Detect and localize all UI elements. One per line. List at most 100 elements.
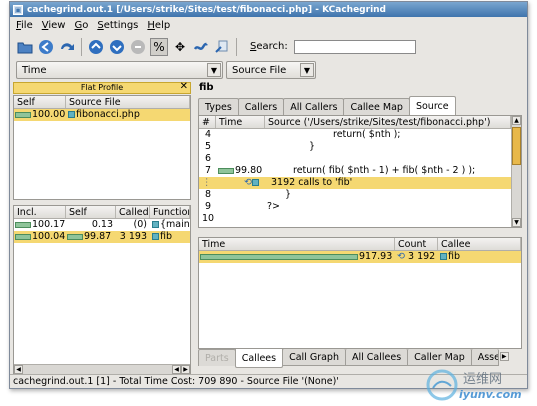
grouping-combo[interactable]: Source File ▼ [226,61,316,79]
tab-all-callees[interactable]: All Callees [345,349,409,366]
column-count[interactable]: Count [395,238,438,250]
scroll-up-icon[interactable]: ▲ [512,116,521,125]
flat-profile-dock: Flat Profile ✕ Self Source File 100.00 f… [13,82,191,375]
cost-bar [218,167,234,174]
tab-caller-map[interactable]: Caller Map [407,349,472,366]
source-code: return( $nth ); [333,129,401,140]
column-self[interactable]: Self [14,96,66,108]
cell-callee: fib [448,251,461,262]
function-icon [152,233,159,240]
table-row[interactable]: 917.93 ⟲ 3 192 fib [199,251,521,263]
up-icon[interactable] [87,38,105,56]
column-function[interactable]: Function [150,206,190,218]
status-text: cachegrind.out.1 [1] - Total Time Cost: … [13,376,339,387]
back-icon[interactable] [37,38,55,56]
tab-call-graph[interactable]: Call Graph [282,349,346,366]
menu-bar: File View Go Settings Help [10,17,527,34]
stop-icon[interactable] [129,38,147,56]
source-line[interactable]: 8} [199,189,521,201]
vertical-scrollbar[interactable]: ▲ ▼ [511,116,521,227]
move-icon[interactable]: ✥ [171,38,189,56]
cell-called: 3 193 [119,231,147,242]
column-called[interactable]: Called [116,206,150,218]
flat-profile-title: Flat Profile [80,83,124,92]
source-line[interactable]: 5} [199,141,521,153]
flat-profile-list[interactable]: Self Source File 100.00 fibonacci.php [13,95,191,200]
chevron-down-icon[interactable]: ▼ [207,63,221,77]
scroll-down-icon[interactable]: ▼ [512,218,521,227]
forward-icon[interactable] [58,38,76,56]
file-icon [68,111,75,118]
percent-icon[interactable]: % [150,37,168,56]
percent-glyph: % [153,39,165,54]
callers-list[interactable]: Incl. Self Called Function 100.17 0.13 (… [13,205,191,375]
menu-view[interactable]: View [42,20,66,31]
chevron-down-icon[interactable]: ▼ [300,63,314,77]
main-window: ▣ cachegrind.out.1 [/Users/strike/Sites/… [9,1,528,389]
column-source-file[interactable]: Source File [66,96,190,108]
source-call-line[interactable]: ⋮ ⟲ 3192 calls to 'fib' [199,177,521,189]
cell-count: 3 192 [408,251,436,262]
source-line[interactable]: 6 [199,153,521,165]
menu-go[interactable]: Go [74,20,88,31]
source-view[interactable]: # Time Source ('/Users/strike/Sites/test… [198,115,522,228]
scroll-right-icon[interactable]: ▶ [499,352,509,361]
scroll-left-icon[interactable]: ◀ [172,365,181,374]
cost-bar [67,233,83,240]
tab-types[interactable]: Types [198,98,239,115]
call-icon: ⟲ [397,251,405,262]
table-row[interactable]: 100.00 fibonacci.php [14,109,190,121]
open-icon[interactable] [16,38,34,56]
title-bar[interactable]: ▣ cachegrind.out.1 [/Users/strike/Sites/… [10,2,527,17]
cost-bar [200,253,358,260]
toolbar: % ✥ Search: [10,34,527,59]
source-line[interactable]: 10 [199,213,521,225]
source-line[interactable]: 9 ?> [199,201,521,213]
column-source[interactable]: Source ('/Users/strike/Sites/test/fibona… [265,116,511,128]
source-line[interactable]: 4 return( $nth ); [199,129,521,141]
cycle-icon[interactable] [192,38,210,56]
table-row[interactable]: 100.17 0.13 (0) {main} [14,219,190,231]
source-header-row: # Time Source ('/Users/strike/Sites/test… [199,116,521,129]
watermark-logo [426,369,458,401]
callees-list[interactable]: Time Count Callee 917.93 ⟲ 3 192 fib [198,237,522,349]
tab-callees[interactable]: Callees [234,349,284,368]
tab-source[interactable]: Source [408,96,456,115]
tab-assembly[interactable]: Assembly [470,349,499,366]
menu-settings[interactable]: Settings [97,20,138,31]
down-icon[interactable] [108,38,126,56]
cell-file: fibonacci.php [76,109,140,120]
column-line-number[interactable]: # [199,116,216,128]
cell-function: fib [160,231,173,242]
event-type-combo[interactable]: Time ▼ [16,61,223,79]
source-line[interactable]: 7 99.80 return( fib( $nth - 1) + fib( $nth… [199,165,521,177]
table-row[interactable]: 100.04 99.87 3 193 fib [14,231,190,243]
window-title: cachegrind.out.1 [/Users/strike/Sites/te… [27,4,387,15]
tab-parts[interactable]: Parts [198,349,236,366]
source-code: } [285,189,292,200]
scrollbar-thumb[interactable] [512,127,521,165]
callers-header-row: Incl. Self Called Function [14,206,190,219]
menu-file[interactable]: File [16,20,33,31]
toolbar-separator [236,37,237,56]
tab-callee-map[interactable]: Callee Map [343,98,410,115]
scroll-right-icon[interactable]: ▶ [181,365,190,374]
tab-callers[interactable]: Callers [237,98,285,115]
cell-time: 917.93 [359,251,393,262]
tab-all-callers[interactable]: All Callers [283,98,345,115]
cell-self: 0.13 [91,219,113,230]
source-code: return( fib( $nth - 1) + fib( $nth - 2 )… [293,165,476,176]
menu-help[interactable]: Help [147,20,170,31]
dump-icon[interactable] [213,38,231,56]
column-callee[interactable]: Callee [438,238,521,250]
column-incl[interactable]: Incl. [14,206,66,218]
search-input[interactable] [293,39,416,54]
cost-bar [15,221,31,228]
column-time[interactable]: Time [216,116,265,128]
scroll-left-icon[interactable]: ◀ [14,365,23,374]
close-icon[interactable]: ✕ [180,82,188,92]
column-self[interactable]: Self [66,206,116,218]
cost-bar [15,111,31,118]
horizontal-scrollbar[interactable]: ◀ ◀ ▶ [14,364,190,374]
column-time[interactable]: Time [199,238,395,250]
